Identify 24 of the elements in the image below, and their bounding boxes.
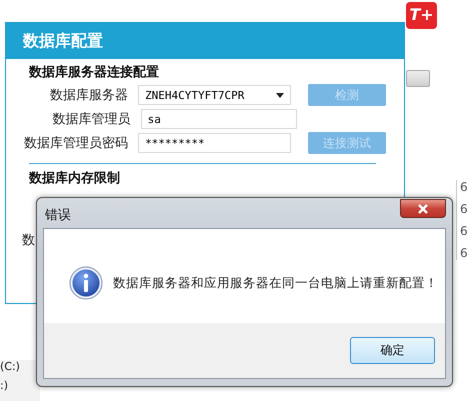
input-field[interactable]: *********: [138, 133, 292, 153]
section-heading: 数据库内存限制: [28, 170, 121, 188]
field-label: 数: [22, 232, 35, 249]
window-title: 数据库配置: [6, 23, 404, 59]
field-label: 数据库服务器: [49, 87, 128, 104]
input-field[interactable]: sa: [140, 109, 297, 129]
list-text: 6: [460, 224, 468, 238]
close-button[interactable]: [400, 199, 446, 218]
close-icon: [416, 204, 430, 214]
drive-item[interactable]: (C:): [0, 360, 40, 373]
dropdown-field[interactable]: ZNEH4CYTYFT7CPR: [138, 85, 292, 105]
list-text: 6: [460, 246, 468, 260]
list-text: 6: [460, 180, 468, 194]
field-label: 数据库管理员: [52, 111, 131, 128]
field-label: 数据库管理员密码: [23, 135, 128, 152]
app-logo: T+: [406, 2, 437, 29]
caret-icon: [276, 92, 284, 98]
ok-button[interactable]: 确定: [350, 337, 435, 364]
window-title: 错误: [44, 207, 71, 224]
drive-item[interactable]: :): [0, 379, 40, 392]
message-text: 数据库服务器和应用服务器在同一台电脑上请重新配置！: [113, 274, 438, 292]
section-heading: 数据库服务器连接配置: [28, 64, 160, 82]
list-text: 6: [460, 202, 468, 216]
info-icon: [69, 266, 103, 300]
